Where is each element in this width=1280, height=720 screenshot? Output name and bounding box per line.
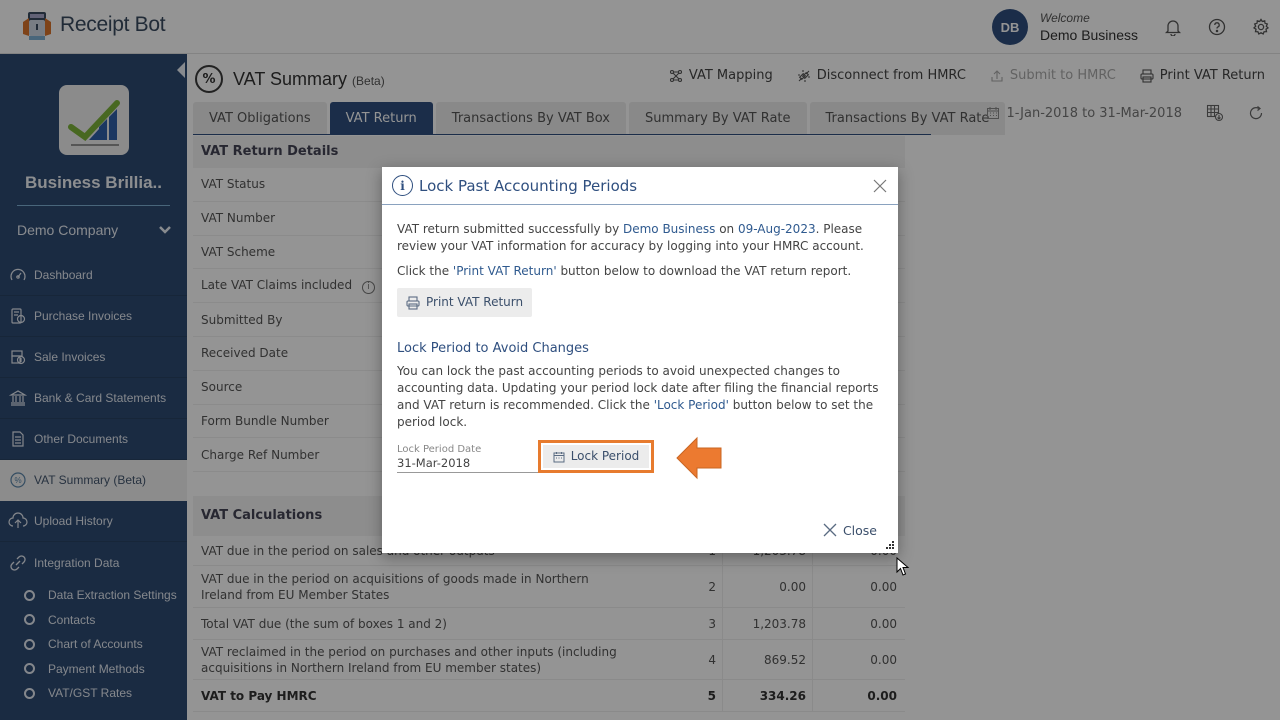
close-icon[interactable] <box>872 178 888 194</box>
close-icon <box>822 522 838 538</box>
dialog-print-vat-return-button[interactable]: Print VAT Return <box>397 288 533 317</box>
submitted-message: VAT return submitted successfully by Dem… <box>397 222 864 253</box>
mouse-cursor-icon <box>896 557 910 576</box>
dialog-close-button[interactable]: Close <box>822 522 877 538</box>
lock-period-highlight: Lock Period <box>538 440 654 473</box>
calendar-icon <box>553 451 565 463</box>
lock-description: You can lock the past accounting periods… <box>397 364 879 429</box>
submitted-date: 09-Aug-2023 <box>737 222 816 236</box>
dialog-body: VAT return submitted successfully by Dem… <box>382 205 898 481</box>
print-link-text: 'Print VAT Return' <box>452 264 557 278</box>
lock-period-row: Lock Period Date Lock Period <box>397 436 883 481</box>
button-label: Print VAT Return <box>426 295 524 309</box>
dialog-title: Lock Past Accounting Periods <box>419 176 638 195</box>
button-label: Lock Period <box>570 449 640 463</box>
close-label: Close <box>842 522 877 538</box>
lock-periods-dialog: i Lock Past Accounting Periods VAT retur… <box>382 167 898 553</box>
lock-section-title: Lock Period to Avoid Changes <box>397 341 589 356</box>
resize-grip-icon[interactable] <box>886 541 894 549</box>
printer-icon <box>406 295 420 310</box>
info-icon: i <box>392 175 413 196</box>
dialog-header: i Lock Past Accounting Periods <box>382 167 898 205</box>
lock-period-button[interactable]: Lock Period <box>543 445 649 468</box>
print-instruction: Click the 'Print VAT Return' button belo… <box>397 264 852 278</box>
lock-link-text: 'Lock Period' <box>653 398 729 412</box>
arrow-left-icon <box>676 436 722 480</box>
submitter-link: Demo Business <box>622 222 716 236</box>
lock-date-input[interactable] <box>397 453 539 473</box>
